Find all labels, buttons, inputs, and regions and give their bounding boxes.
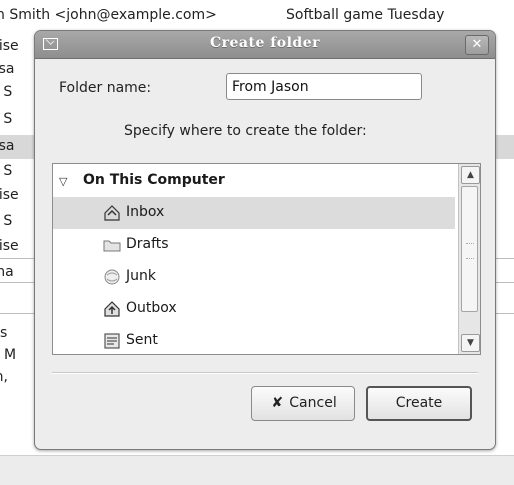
expander-icon[interactable]: ▽ xyxy=(59,175,67,188)
tree-item-label: Inbox xyxy=(126,204,165,220)
cancel-button[interactable]: ✘ Cancel xyxy=(251,386,355,421)
junk-icon xyxy=(104,269,120,285)
tree-item-inbox[interactable]: Inbox xyxy=(53,197,455,229)
inbox-icon xyxy=(104,205,120,221)
sent-icon xyxy=(104,333,120,349)
create-folder-dialog: Create folder ✕ Folder name: Specify whe… xyxy=(34,30,496,450)
button-separator xyxy=(52,372,478,374)
outbox-icon xyxy=(104,301,120,317)
drafts-icon xyxy=(103,240,121,252)
vertical-scrollbar[interactable]: ▲ ▼ xyxy=(458,164,480,354)
folder-name-label: Folder name: xyxy=(59,80,152,96)
tree-item-label: Drafts xyxy=(126,236,169,252)
grip-icon xyxy=(466,243,474,259)
dialog-title: Create folder xyxy=(210,35,320,51)
header-subject: Softball game Tuesday xyxy=(286,7,445,23)
close-button[interactable]: ✕ xyxy=(465,35,489,55)
dialog-titlebar[interactable]: Create folder ✕ xyxy=(35,31,495,59)
tree-item-label: Sent xyxy=(126,332,158,348)
specify-location-text: Specify where to create the folder: xyxy=(124,123,367,139)
cancel-x-icon: ✘ xyxy=(271,395,284,411)
cancel-label: Cancel xyxy=(289,395,337,411)
tree-item-sent[interactable]: Sent xyxy=(53,325,455,354)
header-sender: n Smith <john@example.com> xyxy=(0,7,217,23)
scroll-down-button[interactable]: ▼ xyxy=(461,334,480,352)
create-label: Create xyxy=(395,395,443,411)
message-header-row: n Smith <john@example.com> Softball game… xyxy=(0,0,514,28)
tree-item-junk[interactable]: Junk xyxy=(53,261,455,293)
tree-item-label: Outbox xyxy=(126,300,177,316)
tree-item-drafts[interactable]: Drafts xyxy=(53,229,455,261)
tree-item-outbox[interactable]: Outbox xyxy=(53,293,455,325)
scroll-thumb[interactable] xyxy=(461,186,478,312)
scroll-up-button[interactable]: ▲ xyxy=(461,166,480,184)
status-bar xyxy=(0,455,514,485)
folder-tree[interactable]: ▽ On This Computer Inbox Drafts Junk Out… xyxy=(52,163,481,355)
tree-item-label: Junk xyxy=(126,268,156,284)
tree-root-label: On This Computer xyxy=(83,172,225,188)
folder-name-input[interactable] xyxy=(226,73,422,100)
tree-root-on-this-computer[interactable]: ▽ On This Computer xyxy=(53,165,455,197)
create-button[interactable]: Create xyxy=(366,386,472,421)
